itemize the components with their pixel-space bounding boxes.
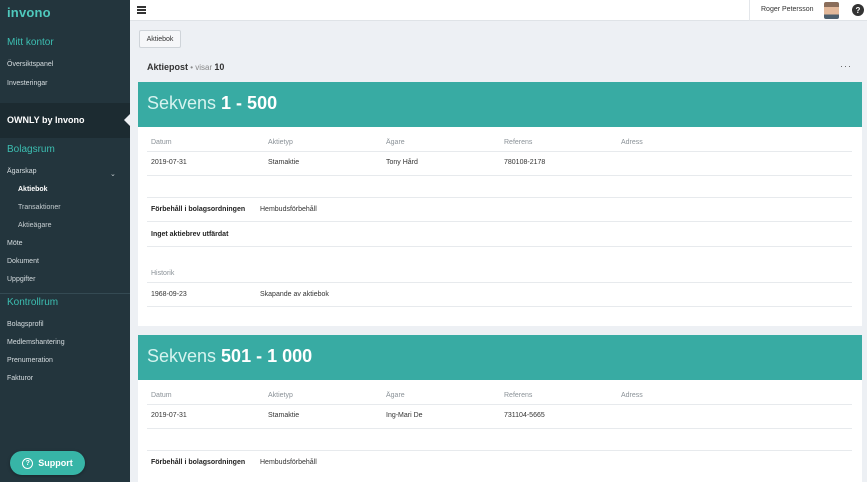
company-selector[interactable]: OWNLY by Invono xyxy=(0,103,130,138)
cell-referens: 731104-5665 xyxy=(504,412,545,419)
page-title-separator: • visar xyxy=(188,63,215,72)
sidebar-item-aktiebok[interactable]: Aktiebok xyxy=(18,186,48,193)
historik-text: Skapande av aktiebok xyxy=(260,291,329,298)
sidebar-item-oversiktspanel[interactable]: Översiktspanel xyxy=(7,61,53,68)
tab-aktiebok[interactable]: Aktiebok xyxy=(139,30,181,48)
forbehall-label: Förbehåll i bolagsordningen xyxy=(151,459,246,466)
column-header-referens: Referens xyxy=(504,139,533,146)
cell-agare: Tony Hård xyxy=(386,159,418,166)
cell-referens: 780108-2178 xyxy=(504,159,546,166)
sidebar-item-transaktioner[interactable]: Transaktioner xyxy=(18,204,61,211)
sequence-title: Sekvens 1 - 500 xyxy=(147,93,278,113)
divider xyxy=(147,450,852,451)
sequence-card: Sekvens 1 - 500 Datum Aktietyp Ägare Ref… xyxy=(138,82,862,326)
sidebar-item-prenumeration[interactable]: Prenumeration xyxy=(7,357,53,364)
page-title: Aktiepost • visar 10 xyxy=(147,62,224,72)
column-header-adress: Adress xyxy=(621,392,643,399)
column-header-referens: Referens xyxy=(504,392,533,399)
sidebar-item-investeringar[interactable]: Investeringar xyxy=(7,80,47,87)
sidebar: invono Mitt kontor Översiktspanel Invest… xyxy=(0,0,130,482)
sequence-header: Sekvens 501 - 1 000 xyxy=(138,335,862,380)
forbehall-label: Förbehåll i bolagsordningen xyxy=(151,206,246,213)
section-title-mitt-kontor: Mitt kontor xyxy=(7,37,54,48)
column-header-datum: Datum xyxy=(151,392,172,399)
sidebar-item-aktieagare[interactable]: Aktieägare xyxy=(18,222,51,229)
section-title-bolagsrum: Bolagsrum xyxy=(7,144,55,155)
sequence-card: Sekvens 501 - 1 000 Datum Aktietyp Ägare… xyxy=(138,335,862,482)
sidebar-item-fakturor[interactable]: Fakturor xyxy=(7,375,33,382)
menu-icon[interactable] xyxy=(137,6,146,14)
support-button[interactable]: ? Support xyxy=(10,451,85,475)
invono-logo[interactable]: invono xyxy=(7,5,51,20)
divider xyxy=(147,151,852,152)
sidebar-item-agarskap[interactable]: Ägarskap xyxy=(7,168,37,175)
section-title-kontrollrum: Kontrollrum xyxy=(7,297,59,308)
historik-date: 1968-09-23 xyxy=(151,291,187,298)
more-options-icon[interactable]: ··· xyxy=(840,61,852,71)
user-menu[interactable]: Roger Petersson xyxy=(749,0,847,21)
page-title-label: Aktiepost xyxy=(147,62,189,72)
cell-datum: 2019-07-31 xyxy=(151,159,187,166)
column-header-adress: Adress xyxy=(621,139,643,146)
divider xyxy=(147,306,852,307)
sequence-title: Sekvens 501 - 1 000 xyxy=(147,346,313,366)
sidebar-item-bolagsprofil[interactable]: Bolagsprofil xyxy=(7,321,44,328)
divider xyxy=(147,221,852,222)
company-name: OWNLY by Invono xyxy=(7,115,85,125)
cell-datum: 2019-07-31 xyxy=(151,412,187,419)
divider xyxy=(147,246,852,247)
divider xyxy=(147,282,852,283)
sidebar-item-mote[interactable]: Möte xyxy=(7,240,23,247)
divider xyxy=(147,404,852,405)
chevron-down-icon[interactable]: ⌄ xyxy=(110,170,116,178)
divider xyxy=(147,175,852,176)
page-title-count: 10 xyxy=(214,62,225,72)
sidebar-divider xyxy=(0,293,130,294)
historik-label: Historik xyxy=(151,270,175,277)
forbehall-value: Hembudsförbehåll xyxy=(260,206,317,213)
column-header-aktietyp: Aktietyp xyxy=(268,392,293,399)
divider xyxy=(147,197,852,198)
aktiebrev-status: Inget aktiebrev utfärdat xyxy=(151,231,229,238)
avatar xyxy=(824,2,839,19)
user-name: Roger Petersson xyxy=(761,6,814,13)
sequence-header: Sekvens 1 - 500 xyxy=(138,82,862,127)
sidebar-item-medlemshantering[interactable]: Medlemshantering xyxy=(7,339,65,346)
cell-aktietyp: Stamaktie xyxy=(268,159,300,166)
column-header-agare: Ägare xyxy=(386,139,405,146)
question-icon: ? xyxy=(22,457,34,469)
active-pointer-icon xyxy=(124,114,130,126)
divider xyxy=(147,428,852,429)
column-header-aktietyp: Aktietyp xyxy=(268,139,293,146)
column-header-agare: Ägare xyxy=(386,392,405,399)
topbar: Roger Petersson ? xyxy=(130,0,867,21)
sidebar-item-dokument[interactable]: Dokument xyxy=(7,258,39,265)
support-label: Support xyxy=(38,458,73,468)
sidebar-item-uppgifter[interactable]: Uppgifter xyxy=(7,276,35,283)
cell-agare: Ing-Mari De xyxy=(386,412,423,419)
forbehall-value: Hembudsförbehåll xyxy=(260,459,317,466)
help-icon[interactable]: ? xyxy=(852,4,864,16)
column-header-datum: Datum xyxy=(151,139,172,146)
cell-aktietyp: Stamaktie xyxy=(268,412,300,419)
